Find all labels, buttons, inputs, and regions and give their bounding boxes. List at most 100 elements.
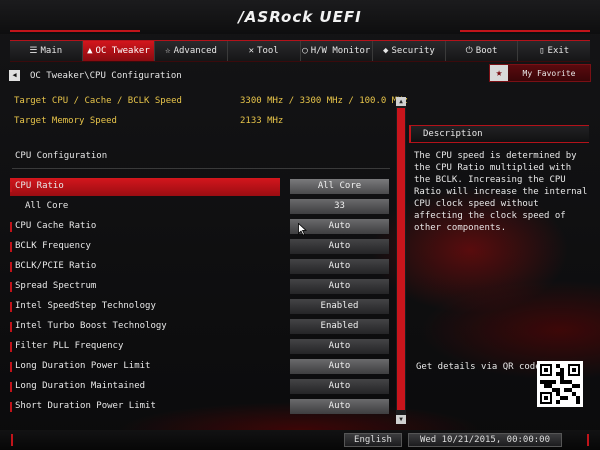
tab-label: H/W Monitor xyxy=(310,46,371,56)
setting-value-button[interactable]: Auto xyxy=(290,279,389,294)
row-marker xyxy=(10,182,12,192)
setting-label: Intel Turbo Boost Technology xyxy=(15,321,167,331)
setting-label: CPU Ratio xyxy=(15,181,64,191)
breadcrumb: OC Tweaker\CPU Configuration xyxy=(30,71,182,81)
language-button[interactable]: English xyxy=(344,433,402,447)
setting-label: BCLK/PCIE Ratio xyxy=(15,261,97,271)
tab-label: Boot xyxy=(475,46,498,56)
tab-label: Tool xyxy=(257,46,279,56)
row-marker xyxy=(10,322,12,332)
row-marker xyxy=(10,342,12,352)
tab-icon: ▲ xyxy=(87,46,93,56)
setting-row[interactable]: Intel SpeedStep Technology Enabled xyxy=(10,298,390,316)
tab-main[interactable]: ☰ Main xyxy=(10,41,83,61)
header-bar: /ASRock UEFI xyxy=(0,0,600,34)
header-accent-left xyxy=(10,30,140,32)
setting-row[interactable]: CPU Ratio All Core xyxy=(10,178,390,196)
row-marker xyxy=(10,242,12,252)
my-favorite-label: My Favorite xyxy=(522,68,576,78)
tab-icon: ✕ xyxy=(248,46,255,56)
tab-tool[interactable]: ✕ Tool xyxy=(228,41,301,61)
cpu-speed-value: 3300 MHz / 3300 MHz / 100.0 MHz xyxy=(240,96,408,106)
setting-label: Long Duration Maintained xyxy=(15,381,146,391)
row-marker xyxy=(10,402,12,412)
tab-label: Security xyxy=(391,46,435,56)
setting-label: Long Duration Power Limit xyxy=(15,361,151,371)
mouse-cursor-icon xyxy=(298,223,307,236)
memory-speed-label: Target Memory Speed xyxy=(14,116,117,126)
row-marker xyxy=(10,222,12,232)
setting-row[interactable]: Long Duration Maintained Auto xyxy=(10,378,390,396)
setting-value-button[interactable]: 33 xyxy=(290,199,389,214)
row-marker xyxy=(10,262,12,272)
setting-label: BCLK Frequency xyxy=(15,241,91,251)
row-marker xyxy=(10,282,12,292)
tab-oc-tweaker[interactable]: ▲ OC Tweaker xyxy=(82,41,156,61)
setting-row[interactable]: BCLK/PCIE Ratio Auto xyxy=(10,258,390,276)
tab-exit[interactable]: ▯ Exit xyxy=(518,41,590,61)
row-marker xyxy=(10,362,12,372)
setting-label: Short Duration Power Limit xyxy=(15,401,156,411)
tab-icon: ▯ xyxy=(539,46,545,56)
setting-row[interactable]: Filter PLL Frequency Auto xyxy=(10,338,390,356)
datetime-display: Wed 10/21/2015, 00:00:00 xyxy=(408,433,562,447)
header-accent-right xyxy=(460,30,590,32)
scroll-down-icon[interactable]: ▼ xyxy=(396,415,406,424)
footer-marker-left xyxy=(11,434,13,446)
tab-icon: ⏻ xyxy=(465,46,473,56)
scroll-thumb[interactable] xyxy=(397,108,405,410)
tab-label: Main xyxy=(40,46,63,56)
setting-label: All Core xyxy=(25,201,69,211)
setting-row[interactable]: Spread Spectrum Auto xyxy=(10,278,390,296)
setting-value-button[interactable]: Auto xyxy=(290,399,389,414)
tab-label: OC Tweaker xyxy=(95,46,150,56)
setting-label: Spread Spectrum xyxy=(15,281,97,291)
tab-icon: ☆ xyxy=(165,46,171,56)
qr-code-icon xyxy=(537,361,583,407)
setting-value-button[interactable]: Auto xyxy=(290,339,389,354)
my-favorite-button[interactable]: ★ My Favorite xyxy=(489,64,591,82)
tab-label: Advanced xyxy=(173,46,217,56)
setting-value-button[interactable]: Auto xyxy=(290,359,389,374)
tab-icon: ◯ xyxy=(302,46,308,56)
star-icon: ★ xyxy=(490,65,508,81)
memory-speed-value: 2133 MHz xyxy=(240,116,284,126)
cpu-speed-label: Target CPU / Cache / BCLK Speed xyxy=(14,96,182,106)
setting-label: Intel SpeedStep Technology xyxy=(15,301,156,311)
row-marker xyxy=(10,382,12,392)
tab-icon: ☰ xyxy=(29,46,38,56)
scrollbar[interactable]: ▲ ▼ xyxy=(396,97,406,424)
tab-security[interactable]: ◆ Security xyxy=(373,41,446,61)
setting-row[interactable]: BCLK Frequency Auto xyxy=(10,238,390,256)
setting-value-button[interactable]: Enabled xyxy=(290,299,389,314)
qr-label: Get details via QR code xyxy=(416,362,541,372)
brand-logo: /ASRock UEFI xyxy=(238,8,362,26)
setting-value-button[interactable]: Enabled xyxy=(290,319,389,334)
setting-row[interactable]: All Core 33 xyxy=(10,198,390,216)
tab-icon: ◆ xyxy=(383,46,389,56)
setting-label: CPU Cache Ratio xyxy=(15,221,97,231)
description-title: Description xyxy=(423,129,483,139)
tab-advanced[interactable]: ☆ Advanced xyxy=(155,41,228,61)
setting-row[interactable]: Long Duration Power Limit Auto xyxy=(10,358,390,376)
scroll-up-icon[interactable]: ▲ xyxy=(396,97,406,106)
setting-value-button[interactable]: All Core xyxy=(290,179,389,194)
setting-row[interactable]: CPU Cache Ratio Auto xyxy=(10,218,390,236)
footer-marker-right xyxy=(587,434,589,446)
row-marker xyxy=(10,302,12,312)
tab-label: Exit xyxy=(547,46,570,56)
section-title: CPU Configuration xyxy=(15,151,108,161)
tab-boot[interactable]: ⏻ Boot xyxy=(446,41,519,61)
setting-row[interactable]: Intel Turbo Boost Technology Enabled xyxy=(10,318,390,336)
section-divider xyxy=(12,168,390,169)
setting-value-button[interactable]: Auto xyxy=(290,379,389,394)
description-text: The CPU speed is determined by the CPU R… xyxy=(414,151,588,233)
setting-value-button[interactable]: Auto xyxy=(290,259,389,274)
setting-value-button[interactable]: Auto xyxy=(290,239,389,254)
main-nav: ☰ Main ▲ OC Tweaker ☆ Advanced ✕ Tool ◯ H/W Monit… xyxy=(10,40,590,62)
description-header: Description xyxy=(409,125,589,143)
setting-label: Filter PLL Frequency xyxy=(15,341,124,351)
setting-row[interactable]: Short Duration Power Limit Auto xyxy=(10,398,390,416)
back-arrow-icon[interactable]: ◀ xyxy=(9,70,20,81)
tab-h-w-monitor[interactable]: ◯ H/W Monitor xyxy=(301,41,374,61)
